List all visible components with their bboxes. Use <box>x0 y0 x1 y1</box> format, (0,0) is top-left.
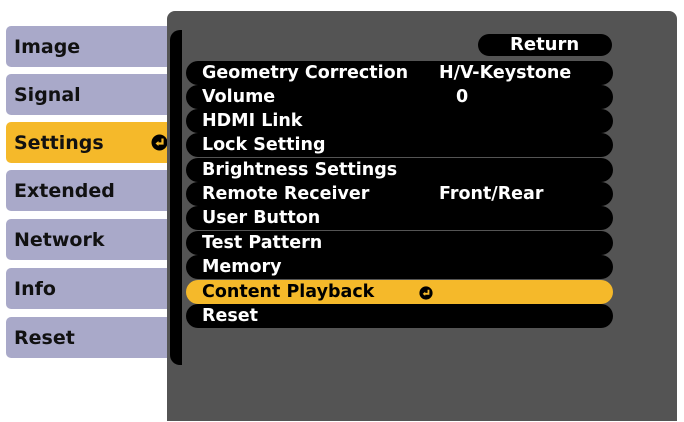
menu-item-label: User Button <box>202 208 321 228</box>
enter-icon <box>419 286 433 300</box>
menu-item-label: Remote Receiver <box>202 184 370 204</box>
tab-image[interactable]: Image <box>6 26 176 67</box>
tab-label: Settings <box>14 131 104 154</box>
menu-item-content-playback[interactable]: Content Playback <box>186 280 613 304</box>
tab-extended[interactable]: Extended <box>6 170 176 211</box>
tab-signal[interactable]: Signal <box>6 74 176 115</box>
tab-reset[interactable]: Reset <box>6 317 176 358</box>
menu-item-reset[interactable]: Reset <box>186 304 613 328</box>
menu-item-brightness-settings[interactable]: Brightness Settings <box>186 158 613 182</box>
menu-item-label: Volume <box>202 87 276 107</box>
menu-item-value: H/V-Keystone <box>439 63 572 83</box>
tab-label: Extended <box>14 179 115 202</box>
menu-item-remote-receiver[interactable]: Remote Receiver Front/Rear <box>186 182 613 206</box>
menu-item-user-button[interactable]: User Button <box>186 206 613 230</box>
return-label: Return <box>510 34 580 55</box>
tab-label: Network <box>14 228 105 251</box>
tab-network[interactable]: Network <box>6 219 176 260</box>
menu-item-value: 0 <box>456 87 469 107</box>
menu-item-label: Test Pattern <box>202 233 323 253</box>
menu-item-label: Content Playback <box>202 282 375 302</box>
tab-label: Info <box>14 277 56 300</box>
tab-label: Image <box>14 35 81 58</box>
panel-edge <box>170 30 182 365</box>
enter-icon <box>151 134 168 151</box>
tab-label: Reset <box>14 326 75 349</box>
tab-settings[interactable]: Settings <box>6 122 176 163</box>
menu-item-volume[interactable]: Volume 0 <box>186 85 613 109</box>
menu-item-label: Geometry Correction <box>202 63 409 83</box>
menu-item-hdmi-link[interactable]: HDMI Link <box>186 109 613 133</box>
menu-item-value: Front/Rear <box>439 184 544 204</box>
menu-item-memory[interactable]: Memory <box>186 255 613 279</box>
menu-item-label: HDMI Link <box>202 111 303 131</box>
menu-item-label: Lock Setting <box>202 135 326 155</box>
menu-item-lock-setting[interactable]: Lock Setting <box>186 133 613 157</box>
tab-label: Signal <box>14 83 81 106</box>
menu-item-label: Reset <box>202 306 258 326</box>
menu-item-label: Memory <box>202 257 282 277</box>
menu-item-label: Brightness Settings <box>202 160 398 180</box>
tab-info[interactable]: Info <box>6 268 176 309</box>
menu-item-test-pattern[interactable]: Test Pattern <box>186 231 613 255</box>
menu-item-geometry-correction[interactable]: Geometry Correction H/V-Keystone <box>186 61 613 85</box>
return-button[interactable]: Return <box>478 34 612 56</box>
